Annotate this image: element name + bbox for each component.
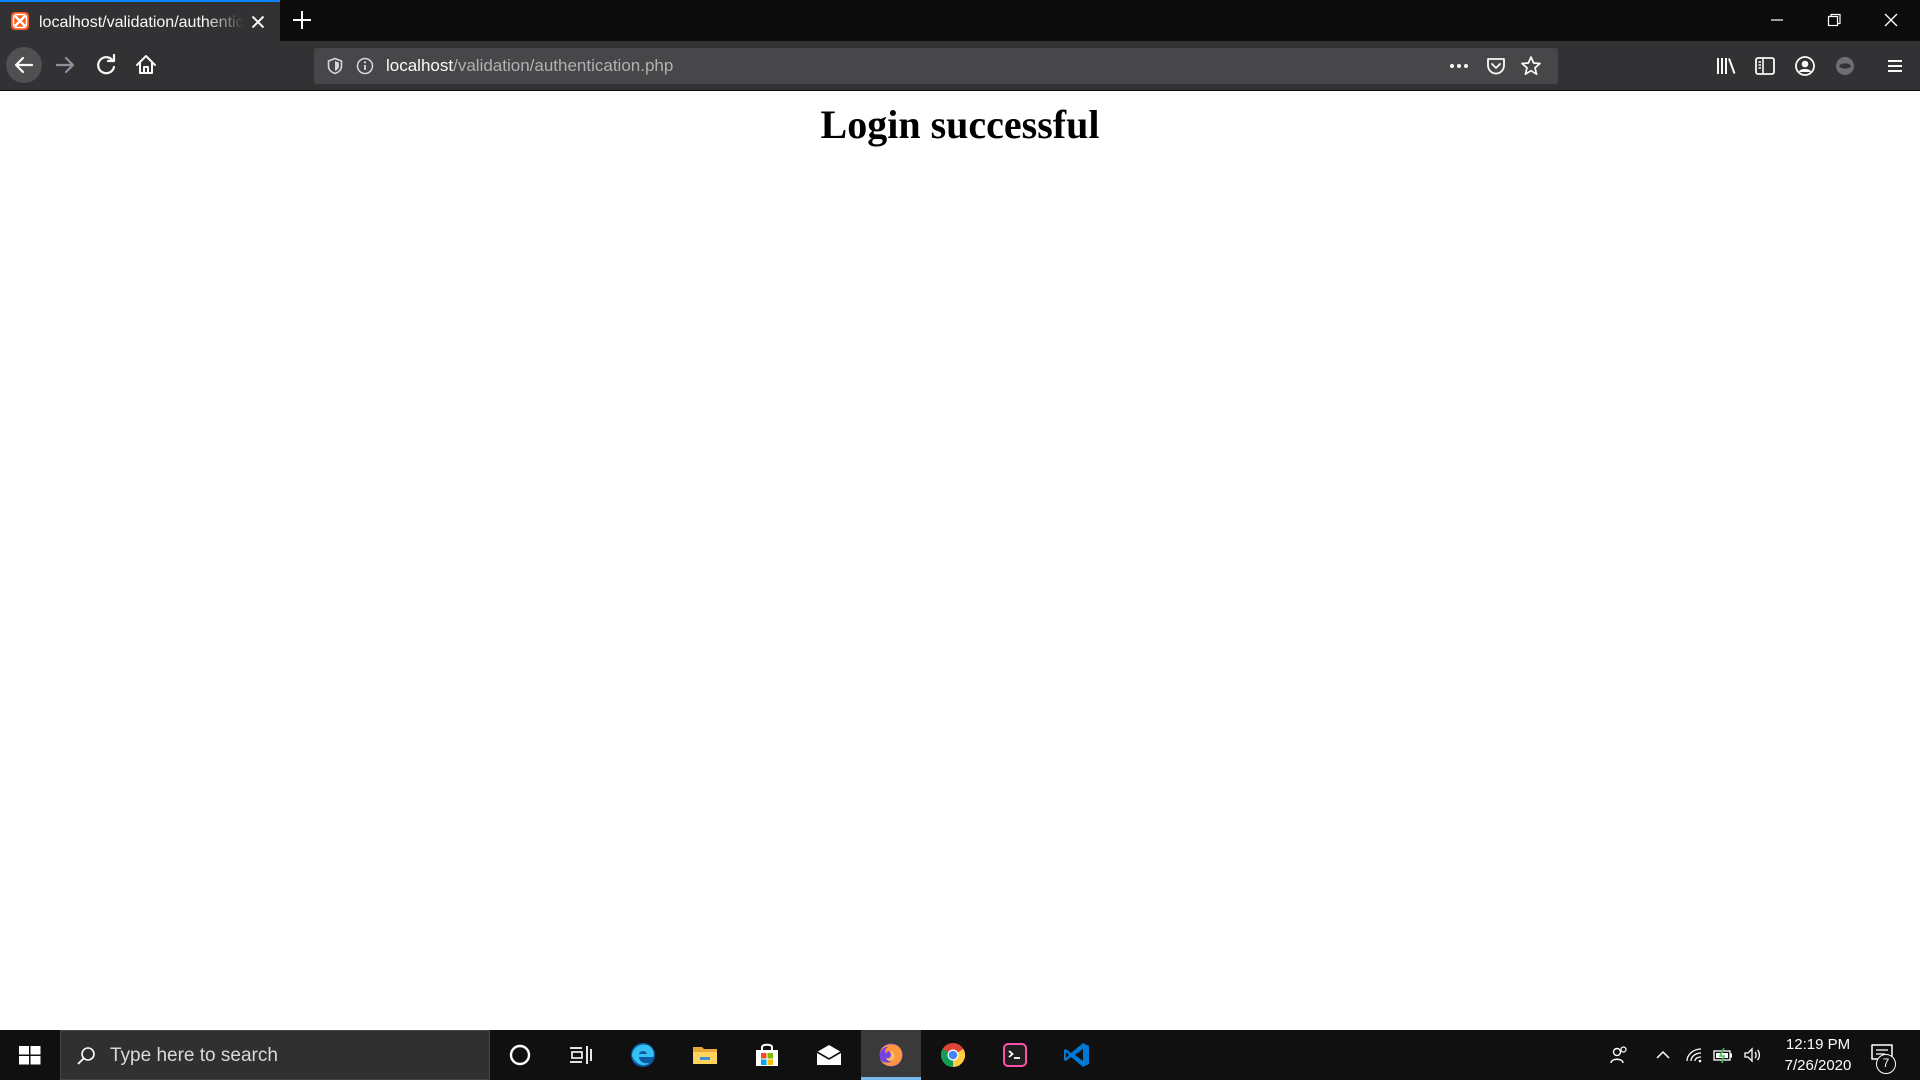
- search-placeholder: Type here to search: [110, 1045, 278, 1066]
- sync-disabled-icon[interactable]: [1832, 53, 1858, 79]
- restore-window-icon[interactable]: [1811, 8, 1857, 32]
- new-tab-plus-icon[interactable]: [291, 9, 313, 31]
- edge-icon[interactable]: [613, 1030, 673, 1080]
- firefox-icon[interactable]: [861, 1030, 921, 1080]
- close-window-icon[interactable]: [1868, 8, 1914, 32]
- tab-title-fade: [205, 10, 245, 36]
- windows-start-icon[interactable]: [0, 1030, 60, 1080]
- clock-date: 7/26/2020: [1784, 1057, 1852, 1074]
- task-view-icon[interactable]: [550, 1030, 610, 1080]
- clock-time: 12:19 PM: [1785, 1036, 1851, 1053]
- sidebar-toggle-icon[interactable]: [1752, 53, 1778, 79]
- page-actions-more-icon[interactable]: [1448, 56, 1470, 76]
- library-icon[interactable]: [1713, 53, 1739, 79]
- minimize-window-icon[interactable]: [1754, 8, 1800, 32]
- bookmark-star-icon[interactable]: [1520, 55, 1542, 77]
- forward-arrow-icon[interactable]: [47, 47, 83, 83]
- windows-taskbar: Type here to search 12:19 PM 7/26/2020 7: [0, 1030, 1920, 1080]
- mail-icon[interactable]: [799, 1030, 859, 1080]
- taskbar-clock[interactable]: 12:19 PM 7/26/2020: [1770, 1034, 1866, 1076]
- tracking-protection-shield-icon[interactable]: [326, 57, 344, 75]
- people-icon[interactable]: [1608, 1044, 1630, 1066]
- back-arrow-icon[interactable]: [6, 47, 42, 83]
- home-icon[interactable]: [128, 47, 164, 83]
- battery-charging-icon[interactable]: [1712, 1044, 1734, 1066]
- cortana-icon[interactable]: [490, 1030, 550, 1080]
- vscode-icon[interactable]: [1047, 1030, 1107, 1080]
- pocket-icon[interactable]: [1485, 56, 1507, 76]
- file-explorer-icon[interactable]: [675, 1030, 735, 1080]
- volume-icon[interactable]: [1742, 1044, 1764, 1066]
- microsoft-store-icon[interactable]: [737, 1030, 797, 1080]
- browser-navigation-bar: localhost/validation/authentication.php: [0, 41, 1920, 91]
- site-info-icon[interactable]: [356, 57, 374, 75]
- wifi-icon[interactable]: [1684, 1044, 1706, 1066]
- search-icon: [75, 1045, 97, 1067]
- url-text[interactable]: localhost/validation/authentication.php: [386, 55, 673, 77]
- url-path: /validation/authentication.php: [453, 56, 674, 75]
- reload-icon[interactable]: [88, 47, 124, 83]
- page-heading: Login successful: [820, 102, 1100, 147]
- url-bar[interactable]: localhost/validation/authentication.php: [314, 48, 1558, 84]
- close-tab-icon[interactable]: [249, 13, 267, 31]
- taskbar-search-box[interactable]: Type here to search: [60, 1030, 490, 1080]
- browser-tab-active[interactable]: localhost/validation/authentication.php: [0, 0, 280, 41]
- terminal-icon[interactable]: [985, 1030, 1045, 1080]
- page-viewport: Login successful: [0, 92, 1920, 1030]
- browser-tab-strip: localhost/validation/authentication.php: [0, 0, 1920, 41]
- url-host: localhost: [386, 56, 454, 75]
- notification-count-badge: 7: [1876, 1054, 1896, 1074]
- show-hidden-icons-chevron-icon[interactable]: [1652, 1044, 1674, 1066]
- hamburger-menu-icon[interactable]: [1882, 53, 1908, 79]
- xampp-icon: [11, 12, 29, 30]
- account-icon[interactable]: [1792, 53, 1818, 79]
- chrome-icon[interactable]: [923, 1030, 983, 1080]
